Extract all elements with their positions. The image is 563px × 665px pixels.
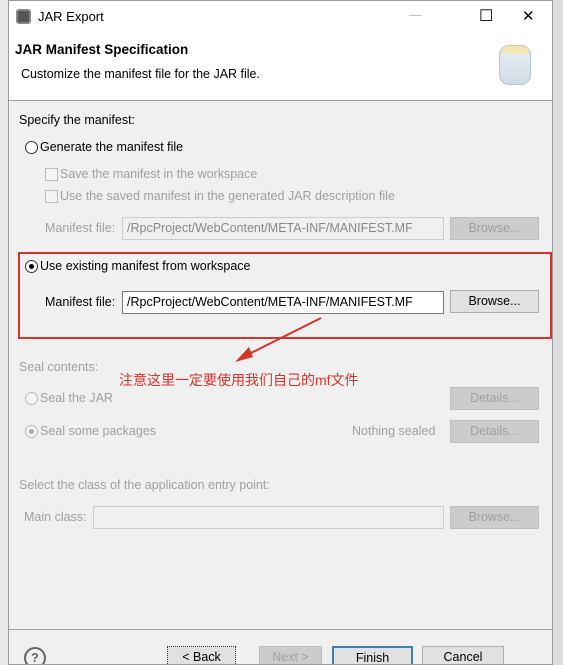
annotation-arrow <box>235 317 322 362</box>
back-button[interactable]: < Back <box>167 646 236 664</box>
background-workbench <box>0 0 8 665</box>
main-class-input[interactable] <box>93 506 444 529</box>
main-class-browse-button[interactable]: Browse... <box>450 506 539 529</box>
nothing-sealed-status: Nothing sealed <box>352 424 436 438</box>
seal-jar-radio[interactable] <box>25 392 38 405</box>
cancel-button[interactable]: Cancel <box>422 646 504 664</box>
help-button[interactable]: ? <box>24 647 46 665</box>
footer-divider <box>9 629 552 630</box>
entry-point-label: Select the class of the application entr… <box>19 478 270 492</box>
seal-packages-details-button[interactable]: Details... <box>450 420 539 443</box>
help-icon: ? <box>31 651 39 665</box>
seal-contents-label: Seal contents: <box>19 360 99 374</box>
seal-packages-radio[interactable] <box>25 425 38 438</box>
seal-jar-label: Seal the JAR <box>40 391 113 405</box>
seal-packages-label: Seal some packages <box>40 424 157 438</box>
jar-export-dialog: JAR Export — ☐ ✕ JAR Manifest Specificat… <box>8 0 553 665</box>
annotation-text: 注意这里一定要使用我们自己的mf文件 <box>119 372 359 388</box>
finish-button[interactable]: Finish <box>332 646 413 664</box>
main-class-label: Main class: <box>24 510 87 524</box>
seal-jar-details-button[interactable]: Details... <box>450 387 539 410</box>
next-button[interactable]: Next > <box>259 646 322 664</box>
